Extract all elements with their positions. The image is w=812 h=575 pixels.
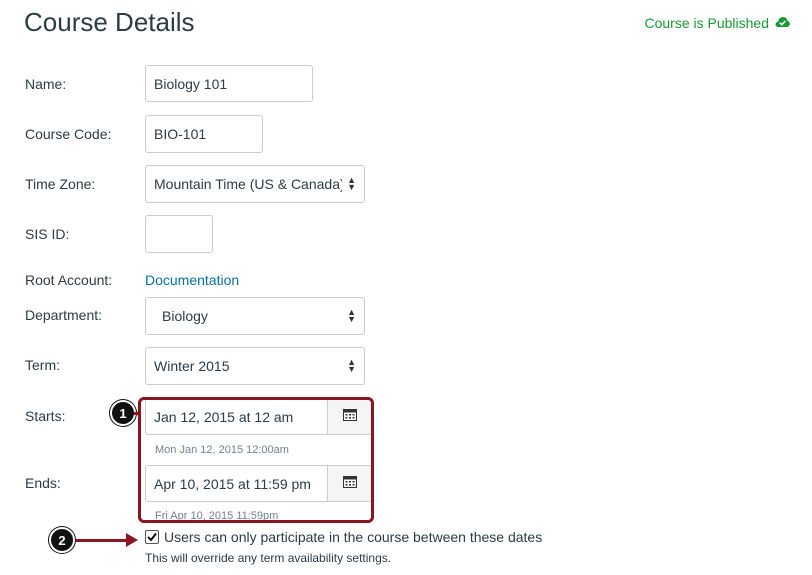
callout-badge-2: 2	[49, 527, 75, 553]
name-label: Name:	[25, 76, 67, 92]
name-input[interactable]: Biology 101	[145, 65, 313, 102]
root-account-link[interactable]: Documentation	[145, 272, 239, 288]
restrict-dates-note: This will override any term availability…	[145, 551, 392, 565]
callout-connector	[134, 412, 140, 415]
sis-id-input[interactable]	[145, 215, 213, 253]
course-code-label: Course Code:	[25, 126, 112, 142]
cloud-check-icon	[775, 15, 790, 31]
name-input-value: Biology 101	[154, 75, 228, 92]
select-arrows-icon: ▲ ▼	[347, 357, 356, 374]
publish-status-label: Course is Published	[644, 15, 769, 31]
page-title: Course Details	[24, 7, 195, 37]
department-label: Department:	[25, 307, 103, 323]
time-zone-label: Time Zone:	[25, 176, 96, 192]
department-select[interactable]: Biology ▲ ▼	[145, 297, 365, 335]
sis-id-label: SIS ID:	[25, 226, 70, 242]
dates-highlight-box	[138, 397, 374, 523]
term-select-value: Winter 2015	[154, 358, 230, 374]
term-select[interactable]: Winter 2015 ▲ ▼	[145, 347, 365, 385]
course-code-input[interactable]: BIO-101	[145, 115, 263, 153]
restrict-dates-checkbox[interactable]	[145, 530, 159, 544]
callout-arrow-line	[76, 539, 128, 542]
term-label: Term:	[25, 357, 60, 373]
select-arrows-icon: ▲ ▼	[347, 175, 356, 192]
arrow-right-icon	[126, 533, 138, 547]
publish-status[interactable]: Course is Published	[644, 15, 790, 31]
department-select-value: Biology	[162, 308, 208, 324]
time-zone-select[interactable]: Mountain Time (US & Canada) ▲ ▼	[145, 165, 365, 203]
course-code-input-value: BIO-101	[154, 126, 207, 142]
restrict-dates-label[interactable]: Users can only participate in the course…	[164, 529, 542, 545]
starts-label: Starts:	[25, 408, 66, 424]
restrict-dates-row[interactable]: Users can only participate in the course…	[145, 529, 542, 545]
select-arrows-icon: ▲ ▼	[347, 307, 356, 324]
root-account-label: Root Account:	[25, 272, 113, 288]
ends-label: Ends:	[25, 475, 61, 491]
time-zone-select-value: Mountain Time (US & Canada)	[154, 176, 342, 192]
callout-badge-1: 1	[110, 400, 136, 426]
